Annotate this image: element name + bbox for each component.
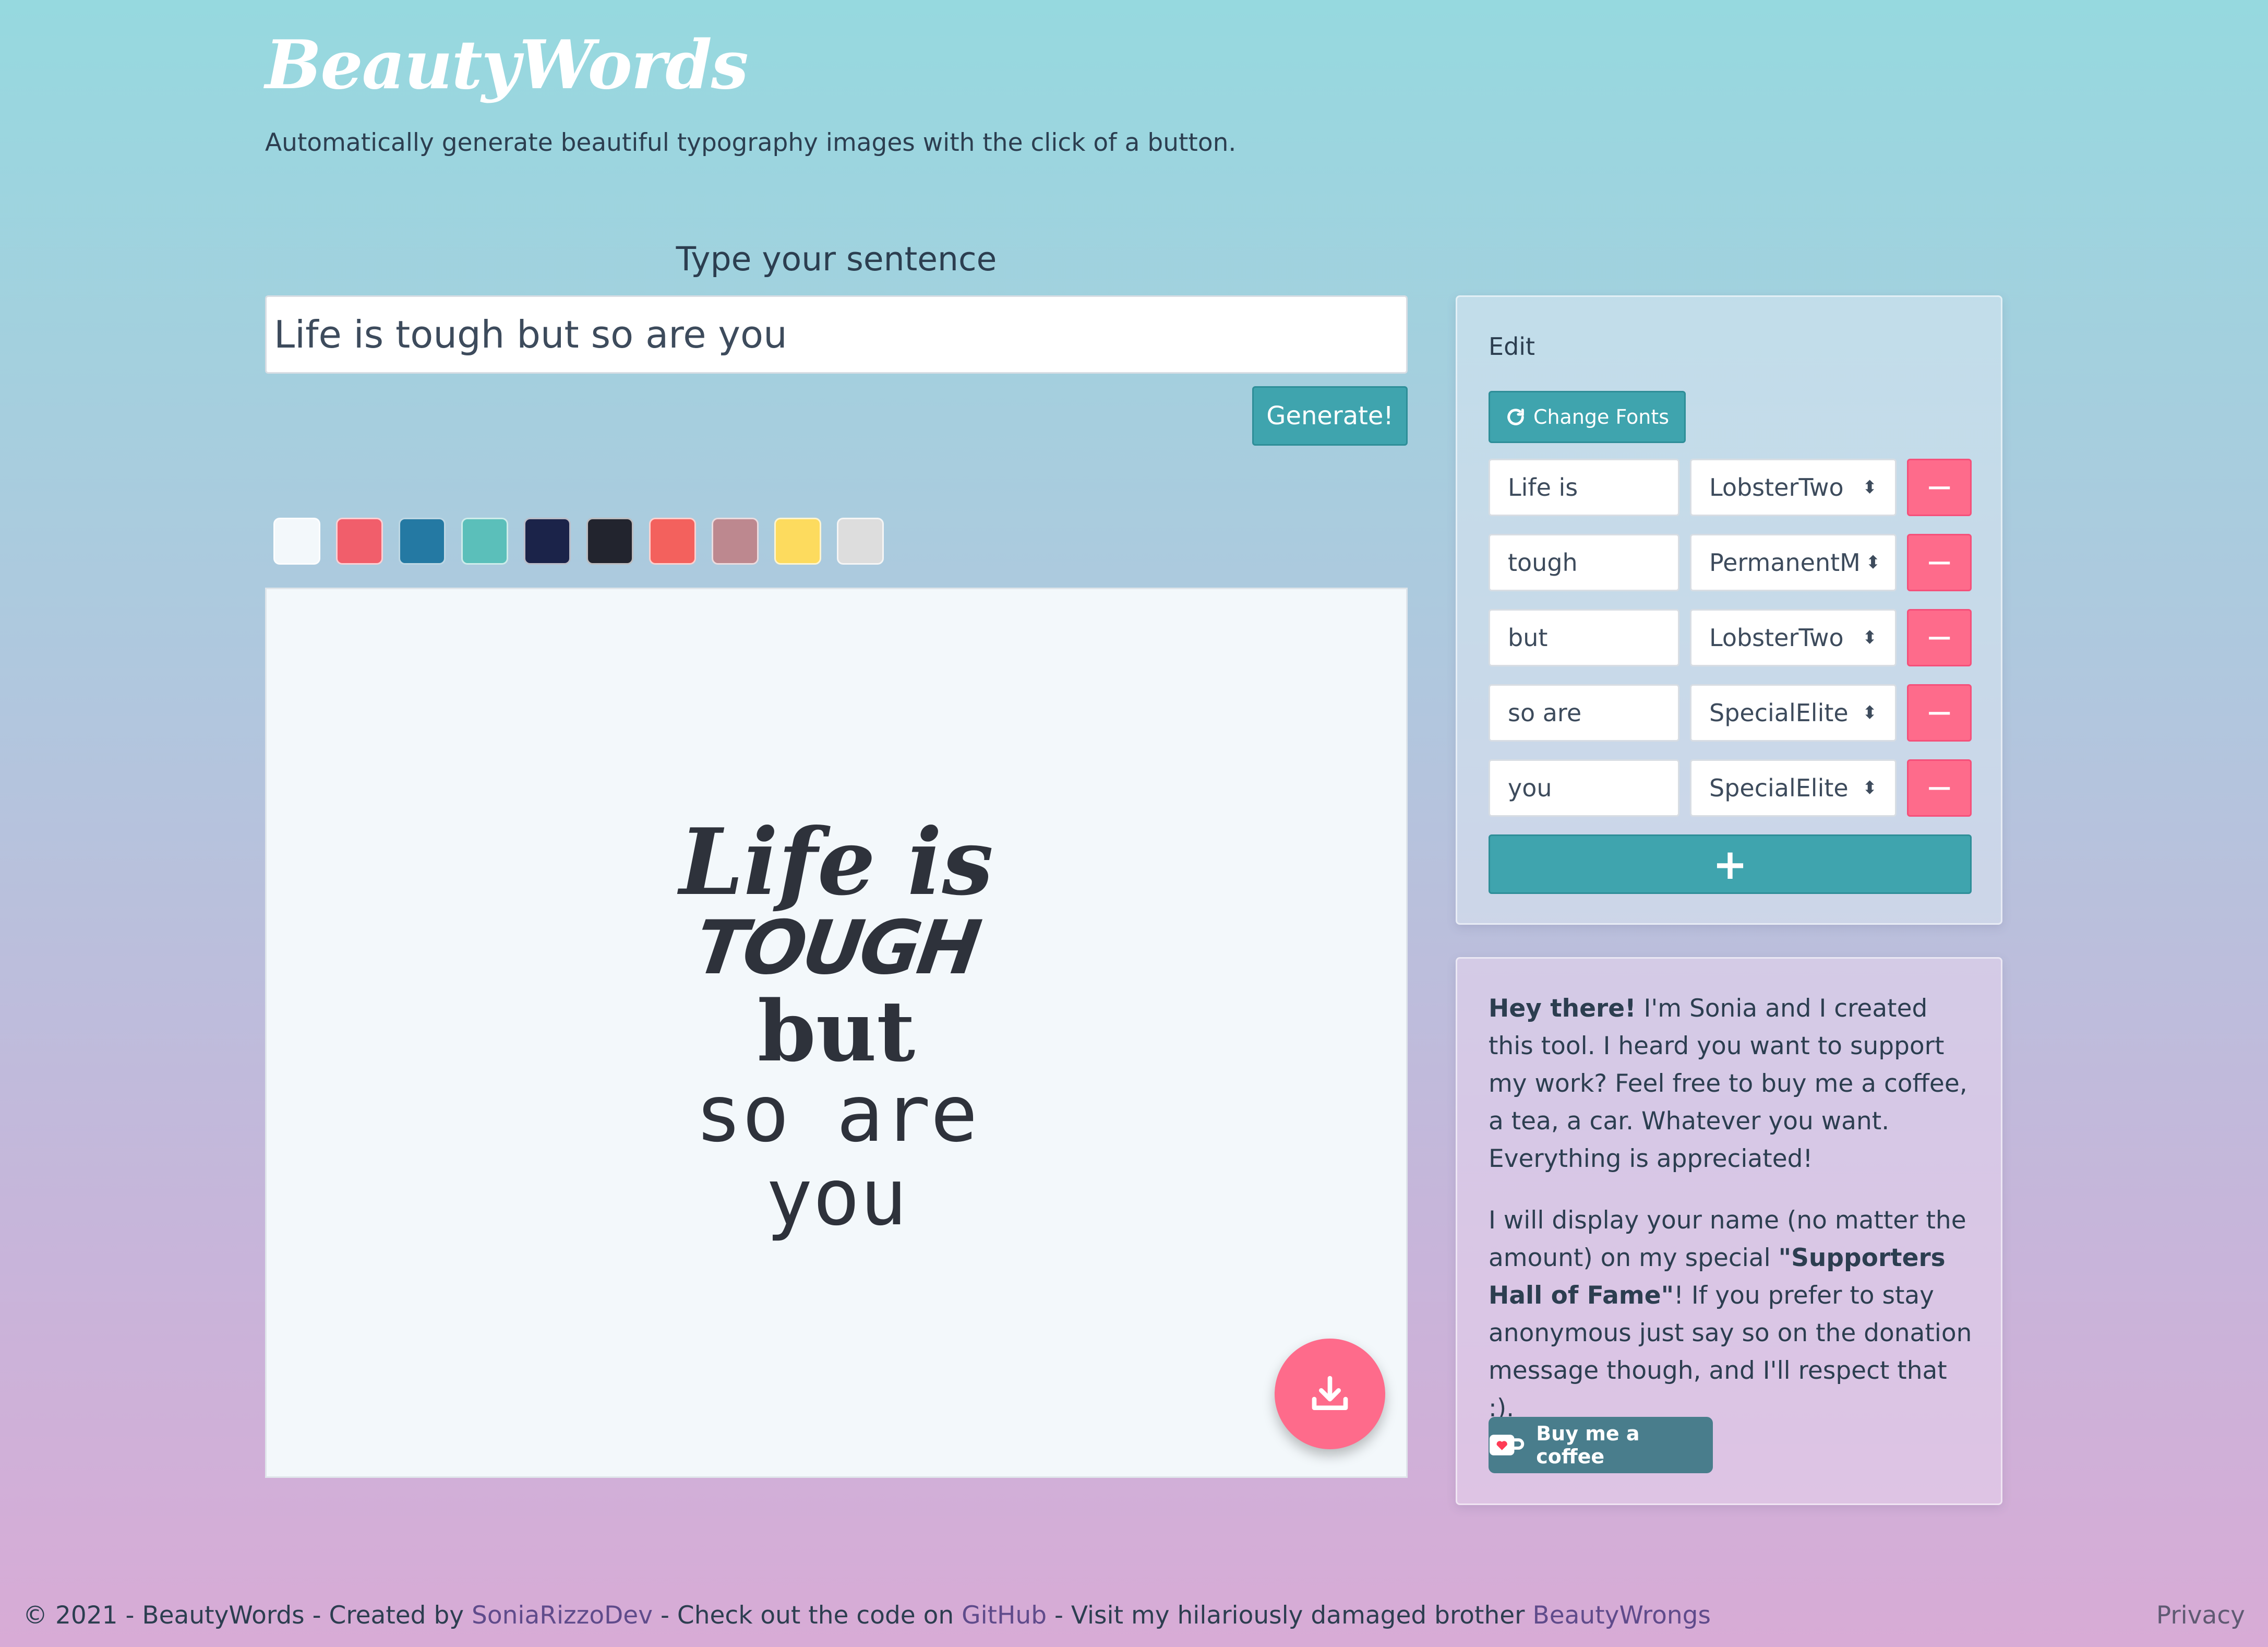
typography-text: Life is TOUGH but so are you — [267, 809, 1406, 1243]
word-row: SpecialElite ⬍ − — [1489, 759, 1972, 817]
preview-line-3: but — [757, 982, 916, 1080]
privacy-link[interactable]: Privacy — [2156, 1601, 2245, 1630]
buy-me-a-coffee-button[interactable]: Buy me a coffee — [1489, 1417, 1713, 1473]
font-select[interactable]: SpecialElite ⬍ — [1690, 684, 1897, 742]
sort-caret-icon: ⬍ — [1865, 552, 1881, 573]
word-input[interactable] — [1489, 534, 1679, 591]
remove-word-button[interactable]: − — [1907, 534, 1972, 591]
refresh-icon — [1507, 409, 1524, 425]
word-input[interactable] — [1489, 684, 1679, 742]
sentence-label: Type your sentence — [676, 240, 997, 278]
color-swatch[interactable] — [586, 518, 633, 565]
color-swatch[interactable] — [837, 518, 884, 565]
font-select-value: SpecialElite — [1709, 774, 1849, 802]
word-row: PermanentM⬍ − — [1489, 534, 1972, 591]
preview-line-4: so are — [695, 1069, 978, 1160]
font-select-value: PermanentM — [1709, 548, 1861, 577]
sentence-input[interactable] — [265, 295, 1408, 374]
edit-title: Edit — [1489, 332, 1535, 361]
sort-caret-icon: ⬍ — [1862, 778, 1878, 798]
support-panel: Hey there! I'm Sonia and I created this … — [1456, 957, 2002, 1505]
support-hall-of-fame: I will display your name (no matter the … — [1489, 1202, 1979, 1427]
edit-panel: Edit Change Fonts LobsterTwo ⬍ − Permanen… — [1456, 295, 2002, 925]
color-swatch[interactable] — [399, 518, 446, 565]
color-palette — [273, 518, 884, 565]
logo[interactable]: BeautyWords — [265, 26, 749, 104]
coffee-label: Buy me a coffee — [1536, 1422, 1640, 1468]
word-row: LobsterTwo ⬍ − — [1489, 459, 1972, 516]
remove-word-button[interactable]: − — [1907, 459, 1972, 516]
remove-word-button[interactable]: − — [1907, 609, 1972, 666]
support-intro: Hey there! I'm Sonia and I created this … — [1489, 990, 1979, 1178]
sort-caret-icon: ⬍ — [1862, 702, 1878, 723]
word-row: SpecialElite ⬍ − — [1489, 684, 1972, 742]
remove-word-button[interactable]: − — [1907, 759, 1972, 817]
font-select-value: LobsterTwo — [1709, 473, 1844, 502]
preview-line-5: you — [765, 1152, 907, 1243]
color-swatch[interactable] — [273, 518, 320, 565]
color-swatch[interactable] — [336, 518, 383, 565]
footer-text: © 2021 - BeautyWords - Created by — [23, 1601, 472, 1630]
footer-link-author[interactable]: SoniaRizzoDev — [472, 1601, 653, 1630]
font-select[interactable]: SpecialElite ⬍ — [1690, 759, 1897, 817]
tagline: Automatically generate beautiful typogra… — [265, 128, 1237, 157]
font-select[interactable]: LobsterTwo ⬍ — [1690, 609, 1897, 666]
color-swatch[interactable] — [461, 518, 508, 565]
coffee-cup-icon — [1489, 1435, 1525, 1455]
download-button[interactable] — [1275, 1339, 1385, 1449]
color-swatch[interactable] — [524, 518, 571, 565]
footer-text: - Check out the code on — [653, 1601, 962, 1630]
sort-caret-icon: ⬍ — [1862, 477, 1878, 498]
word-row: LobsterTwo ⬍ − — [1489, 609, 1972, 666]
color-swatch[interactable] — [712, 518, 759, 565]
footer-text: - Visit my hilariously damaged brother — [1047, 1601, 1533, 1630]
font-select[interactable]: LobsterTwo ⬍ — [1690, 459, 1897, 516]
font-select-value: SpecialElite — [1709, 699, 1849, 727]
download-icon — [1312, 1376, 1348, 1410]
add-word-button[interactable]: + — [1489, 834, 1972, 894]
sort-caret-icon: ⬍ — [1862, 627, 1878, 648]
color-swatch[interactable] — [649, 518, 696, 565]
remove-word-button[interactable]: − — [1907, 684, 1972, 742]
footer-link-beautywrongs[interactable]: BeautyWrongs — [1532, 1601, 1711, 1630]
font-select-value: LobsterTwo — [1709, 624, 1844, 652]
color-swatch[interactable] — [774, 518, 821, 565]
change-fonts-button[interactable]: Change Fonts — [1489, 391, 1686, 443]
font-select[interactable]: PermanentM ⬍ — [1690, 534, 1897, 591]
typography-preview: Life is TOUGH but so are you — [265, 588, 1408, 1478]
change-fonts-label: Change Fonts — [1533, 405, 1670, 428]
preview-line-1: Life is — [679, 809, 994, 916]
footer: © 2021 - BeautyWords - Created by SoniaR… — [23, 1601, 1711, 1630]
word-input[interactable] — [1489, 759, 1679, 817]
support-greeting: Hey there! — [1489, 994, 1636, 1023]
generate-button[interactable]: Generate! — [1252, 386, 1408, 446]
preview-line-2: TOUGH — [690, 905, 983, 991]
footer-link-github[interactable]: GitHub — [962, 1601, 1047, 1630]
word-input[interactable] — [1489, 459, 1679, 516]
word-input[interactable] — [1489, 609, 1679, 666]
